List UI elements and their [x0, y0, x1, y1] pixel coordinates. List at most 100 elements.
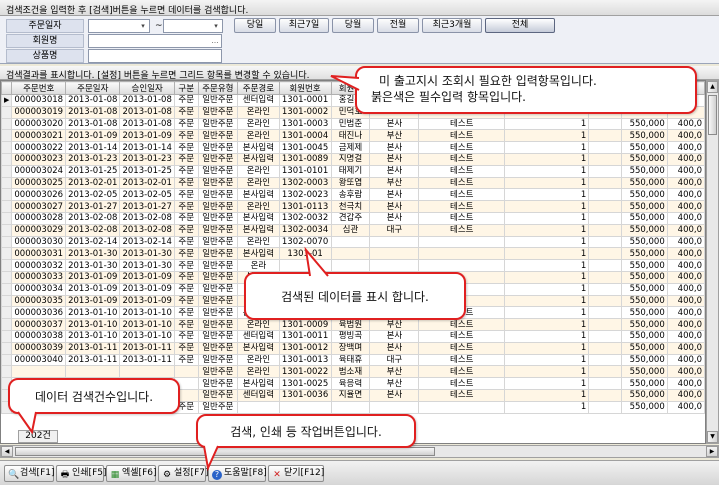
table-cell: 000003025 — [11, 176, 67, 190]
table-cell — [588, 259, 623, 272]
table-cell: 1301-0001 — [278, 94, 332, 107]
table-cell: 1301-0022 — [278, 365, 332, 379]
period-this-month-button[interactable]: 당월 — [332, 18, 374, 33]
table-cell: 왕또엽 — [330, 176, 371, 190]
period-last7days-button[interactable]: 최근7일 — [279, 18, 329, 33]
table-row[interactable]: 000003028 2013-02-08 2013-02-08 주문 일반주문 본사입력 1… — [1, 211, 705, 225]
scroll-right-arrow[interactable]: ▶ — [706, 446, 718, 457]
table-cell: 400,0 — [666, 365, 705, 379]
hscroll-thumb[interactable] — [15, 447, 435, 456]
callout-pointer — [17, 411, 37, 435]
table-cell: 주문 — [173, 259, 199, 272]
row-indicator — [1, 223, 13, 237]
search-button-label: 검색[F1] — [20, 468, 55, 478]
table-cell — [588, 164, 623, 178]
table-cell: 000003034 — [11, 282, 67, 296]
ellipsis-icon[interactable]: … — [210, 36, 220, 46]
table-cell: 일반주문 — [197, 377, 239, 390]
table-cell: 550,000 — [621, 259, 668, 272]
table-cell: 2013-01-08 — [65, 94, 121, 107]
table-cell: 일반주문 — [197, 223, 239, 237]
table-cell: 550,000 — [621, 152, 668, 166]
table-cell — [369, 247, 420, 261]
table-row[interactable]: 000003031 2013-01-30 2013-01-30 주문 일반주문 본사입력 1… — [1, 247, 705, 261]
table-cell: 1301-0013 — [278, 353, 332, 367]
column-header[interactable]: 주문유형 — [197, 81, 239, 95]
table-row[interactable]: 000003021 2013-01-09 2013-01-09 주문 일반주문 온라인 13… — [1, 129, 705, 143]
column-header[interactable]: 주문경로 — [237, 81, 280, 95]
table-cell: 주문 — [173, 247, 199, 261]
table-cell: 1 — [504, 329, 590, 343]
scroll-left-arrow[interactable]: ◀ — [1, 446, 13, 457]
scroll-thumb[interactable] — [708, 95, 717, 135]
period-today-button[interactable]: 당일 — [234, 18, 276, 33]
table-row[interactable]: 일반주문 온라인 1301-0022 범소재 부산 테스트 1 550,000 400,0 — [1, 365, 705, 379]
excel-button[interactable]: ▦ 엑셀[F6] — [106, 465, 157, 482]
table-cell: 본사 — [369, 117, 420, 131]
member-name-input[interactable]: … — [88, 34, 222, 48]
table-row[interactable]: 000003025 2013-02-01 2013-02-01 주문 일반주문 온라인 13… — [1, 176, 705, 190]
scroll-up-arrow[interactable]: ▲ — [707, 81, 718, 93]
chevron-down-icon[interactable]: ▾ — [211, 21, 221, 31]
vertical-scrollbar[interactable]: ▲ ▼ — [706, 80, 719, 444]
table-cell: 1 — [504, 235, 590, 249]
table-row[interactable]: 000003023 2013-01-23 2013-01-23 주문 일반주문 본사입력 1… — [1, 152, 705, 166]
table-cell: 지명걸 — [330, 152, 371, 166]
table-cell: 일반주문 — [197, 329, 239, 343]
table-row[interactable]: 000003032 2013-01-30 2013-01-30 주문 일반주문 온라 1 55… — [1, 259, 705, 272]
table-cell: 1 — [504, 129, 590, 143]
table-row[interactable]: 000003027 2013-01-27 2013-01-27 주문 일반주문 온라인 13… — [1, 200, 705, 213]
table-row[interactable]: 000003020 2013-01-08 2013-01-08 주문 일반주문 온라인 13… — [1, 117, 705, 131]
table-cell: 테스트 — [418, 223, 506, 237]
table-cell: 550,000 — [621, 141, 668, 154]
table-cell: 000003024 — [11, 164, 67, 178]
period-last3months-button[interactable]: 최근3개월 — [422, 18, 482, 33]
table-cell: 1302-0023 — [278, 188, 332, 202]
table-cell: 550,000 — [621, 353, 668, 367]
table-row[interactable]: 000003022 2013-01-14 2013-01-14 주문 일반주문 본사입력 1… — [1, 141, 705, 154]
table-cell: 1 — [504, 152, 590, 166]
search-button[interactable]: 🔍검색[F1] — [4, 465, 55, 482]
table-cell: 400,0 — [666, 400, 705, 414]
table-cell: 테스트 — [418, 117, 506, 131]
table-cell: 테스트 — [418, 353, 506, 367]
close-button[interactable]: ✕ 닫기[F12] — [268, 465, 324, 482]
table-cell: 550,000 — [621, 377, 668, 390]
table-cell: 2013-02-05 — [119, 188, 175, 202]
table-row[interactable]: 000003039 2013-01-11 2013-01-11 주문 일반주문 본사입력 1… — [1, 341, 705, 355]
table-cell — [418, 235, 506, 249]
table-row[interactable]: 000003026 2013-02-05 2013-02-05 주문 일반주문 본사입력 1… — [1, 188, 705, 202]
help-button-label: 도움말[F8] — [224, 468, 267, 478]
table-row[interactable]: 000003037 2013-01-10 2013-01-10 주문 일반주문 온라인 13… — [1, 318, 705, 331]
table-row[interactable]: 000003030 2013-02-14 2013-02-14 주문 일반주문 온라인 13… — [1, 235, 705, 249]
table-cell: 육태휴 — [330, 353, 371, 367]
table-row[interactable]: 000003038 2013-01-10 2013-01-10 주문 일반주문 센터입력 1… — [1, 329, 705, 343]
table-cell: 2013-01-08 — [65, 117, 121, 131]
period-last-month-button[interactable]: 전월 — [377, 18, 419, 33]
table-cell: 400,0 — [666, 341, 705, 355]
table-cell — [65, 365, 121, 379]
table-row[interactable]: 000003024 2013-01-25 2013-01-25 주문 일반주문 온라인 13… — [1, 164, 705, 178]
order-date-to-input[interactable]: ▾ — [163, 19, 223, 33]
product-name-input[interactable] — [88, 49, 222, 63]
table-cell — [588, 341, 623, 355]
search-hint: 검색조건을 입력한 후 [검색]버튼을 누르면 데이터를 검색합니다. — [0, 0, 719, 16]
print-button[interactable]: 🖶 인쇄[F5] — [56, 465, 107, 482]
scroll-down-arrow[interactable]: ▼ — [707, 431, 718, 443]
table-cell: 400,0 — [666, 211, 705, 225]
column-header[interactable]: 주문일자 — [65, 81, 121, 95]
chevron-down-icon[interactable]: ▾ — [138, 21, 148, 31]
table-row[interactable]: 000003040 2013-01-11 2013-01-11 주문 일반주문 온라인 13… — [1, 353, 705, 367]
period-all-button[interactable]: 전체 — [485, 18, 555, 33]
table-row[interactable]: 000003029 2013-02-08 2013-02-08 주문 일반주문 본사입력 1… — [1, 223, 705, 237]
table-cell: 온라인 — [237, 365, 280, 379]
column-header[interactable]: 구분 — [173, 81, 199, 95]
order-date-from-input[interactable]: ▾ — [88, 19, 150, 33]
table-cell: 온라인 — [237, 164, 280, 178]
row-indicator — [1, 235, 13, 249]
table-cell: 000003039 — [11, 341, 67, 355]
column-header[interactable]: 주문번호 — [11, 81, 67, 95]
column-header[interactable]: 승인일자 — [119, 81, 175, 95]
column-header[interactable]: 회원번호 — [278, 81, 332, 95]
required-fields-callout: 미 출고지시 조회시 필요한 입력항목입니다. 붉은색은 필수입력 항목입니다. — [330, 66, 697, 114]
